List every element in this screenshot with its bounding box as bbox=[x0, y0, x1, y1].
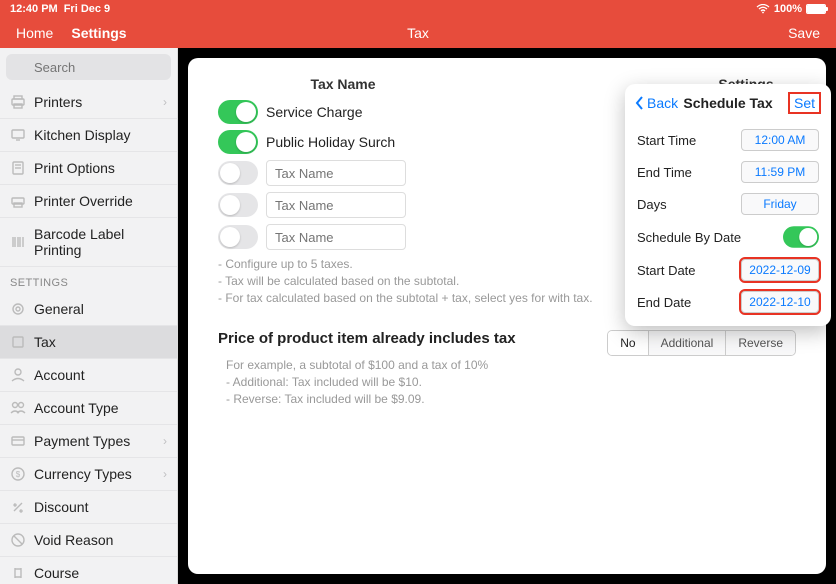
gear-icon bbox=[10, 301, 26, 317]
segment-option[interactable]: Reverse bbox=[726, 331, 795, 355]
start-time-value[interactable]: 12:00 AM bbox=[741, 129, 819, 151]
chevron-right-icon: › bbox=[163, 467, 167, 481]
sidebar-label: Printers bbox=[34, 94, 82, 110]
printer-icon bbox=[10, 94, 26, 110]
segment-option[interactable]: No bbox=[608, 331, 648, 355]
account-icon bbox=[10, 367, 26, 383]
tax-toggle[interactable] bbox=[218, 193, 258, 217]
include-tax-segment[interactable]: NoAdditionalReverse bbox=[607, 330, 796, 356]
search-input[interactable] bbox=[6, 54, 171, 80]
currency-icon: $ bbox=[10, 466, 26, 482]
tax-name-text: Public Holiday Surch bbox=[266, 134, 395, 150]
tax-toggle[interactable] bbox=[218, 100, 258, 124]
schedule-by-date-label: Schedule By Date bbox=[637, 230, 741, 245]
sidebar-item-general[interactable]: General bbox=[0, 293, 177, 326]
sidebar-item-account-type[interactable]: Account Type bbox=[0, 392, 177, 425]
sidebar: Printers › Kitchen Display Print Options… bbox=[0, 48, 178, 584]
sidebar-label: Printer Override bbox=[34, 193, 133, 209]
example-line: - Additional: Tax included will be $10. bbox=[226, 374, 587, 391]
svg-text:$: $ bbox=[16, 470, 21, 479]
course-icon bbox=[10, 565, 26, 581]
days-value[interactable]: Friday bbox=[741, 193, 819, 215]
end-date-label: End Date bbox=[637, 295, 691, 310]
tax-toggle[interactable] bbox=[218, 161, 258, 185]
sidebar-label: Currency Types bbox=[34, 466, 132, 482]
start-time-label: Start Time bbox=[637, 133, 696, 148]
back-button[interactable]: Back bbox=[635, 95, 678, 111]
tax-toggle[interactable] bbox=[218, 130, 258, 154]
sidebar-item-tax[interactable]: Tax bbox=[0, 326, 177, 359]
tax-name-input[interactable] bbox=[266, 160, 406, 186]
popup-title: Schedule Tax bbox=[683, 95, 772, 111]
sidebar-label: Discount bbox=[34, 499, 88, 515]
include-tax-example: For example, a subtotal of $100 and a ta… bbox=[226, 357, 587, 407]
status-time: 12:40 PM bbox=[10, 3, 58, 15]
sidebar-item-printers[interactable]: Printers › bbox=[0, 86, 177, 119]
void-icon bbox=[10, 532, 26, 548]
override-icon bbox=[10, 193, 26, 209]
tax-name-input[interactable] bbox=[266, 224, 406, 250]
sidebar-item-barcode[interactable]: Barcode Label Printing bbox=[0, 218, 177, 267]
sidebar-item-account[interactable]: Account bbox=[0, 359, 177, 392]
end-date-value[interactable]: 2022-12-10 bbox=[741, 291, 819, 313]
page-center-title: Tax bbox=[407, 25, 429, 41]
tax-name-input[interactable] bbox=[266, 192, 406, 218]
schedule-tax-popup: Back Schedule Tax Set Start Time 12:00 A… bbox=[625, 84, 831, 326]
display-icon bbox=[10, 127, 26, 143]
tax-icon bbox=[10, 334, 26, 350]
start-date-value[interactable]: 2022-12-09 bbox=[741, 259, 819, 281]
days-label: Days bbox=[637, 197, 667, 212]
sidebar-label: Course bbox=[34, 565, 79, 581]
tax-name-text: Service Charge bbox=[266, 104, 363, 120]
sidebar-item-printer-override[interactable]: Printer Override bbox=[0, 185, 177, 218]
col-tax-name: Tax Name bbox=[228, 76, 458, 92]
save-button[interactable]: Save bbox=[788, 25, 820, 41]
example-line: For example, a subtotal of $100 and a ta… bbox=[226, 357, 587, 374]
battery-icon bbox=[806, 4, 826, 14]
chevron-left-icon bbox=[635, 96, 645, 110]
battery-pct: 100% bbox=[774, 3, 802, 15]
discount-icon bbox=[10, 499, 26, 515]
back-label: Back bbox=[647, 95, 678, 111]
sidebar-item-currency-types[interactable]: $ Currency Types › bbox=[0, 458, 177, 491]
set-button[interactable]: Set bbox=[788, 92, 821, 114]
sidebar-label: Tax bbox=[34, 334, 56, 350]
sidebar-item-payment-types[interactable]: Payment Types › bbox=[0, 425, 177, 458]
end-time-label: End Time bbox=[637, 165, 692, 180]
sidebar-item-discount[interactable]: Discount bbox=[0, 491, 177, 524]
sidebar-label: Payment Types bbox=[34, 433, 130, 449]
sidebar-label: Barcode Label Printing bbox=[34, 226, 167, 258]
top-bar: Home Settings Tax Save bbox=[0, 18, 836, 48]
home-link[interactable]: Home bbox=[16, 25, 53, 41]
sidebar-item-print-options[interactable]: Print Options bbox=[0, 152, 177, 185]
sidebar-label: Void Reason bbox=[34, 532, 113, 548]
barcode-icon bbox=[10, 234, 26, 250]
page-title: Settings bbox=[71, 25, 126, 41]
status-date: Fri Dec 9 bbox=[64, 3, 110, 15]
tax-toggle[interactable] bbox=[218, 225, 258, 249]
segment-option[interactable]: Additional bbox=[649, 331, 727, 355]
status-bar: 12:40 PM Fri Dec 9 100% bbox=[0, 0, 836, 18]
sidebar-section-header: SETTINGS bbox=[0, 267, 177, 293]
chevron-right-icon: › bbox=[163, 434, 167, 448]
wifi-icon bbox=[756, 4, 770, 14]
sidebar-label: Kitchen Display bbox=[34, 127, 131, 143]
sidebar-label: Print Options bbox=[34, 160, 115, 176]
sidebar-item-void-reason[interactable]: Void Reason bbox=[0, 524, 177, 557]
start-date-label: Start Date bbox=[637, 263, 696, 278]
schedule-by-date-toggle[interactable] bbox=[783, 226, 819, 248]
chevron-right-icon: › bbox=[163, 95, 167, 109]
print-options-icon bbox=[10, 160, 26, 176]
sidebar-item-kitchen-display[interactable]: Kitchen Display bbox=[0, 119, 177, 152]
sidebar-item-course[interactable]: Course bbox=[0, 557, 177, 584]
example-line: - Reverse: Tax included will be $9.09. bbox=[226, 391, 587, 408]
include-tax-title: Price of product item already includes t… bbox=[218, 330, 587, 347]
sidebar-label: Account Type bbox=[34, 400, 119, 416]
sidebar-label: General bbox=[34, 301, 84, 317]
sidebar-label: Account bbox=[34, 367, 85, 383]
account-type-icon bbox=[10, 400, 26, 416]
payment-icon bbox=[10, 433, 26, 449]
end-time-value[interactable]: 11:59 PM bbox=[741, 161, 819, 183]
